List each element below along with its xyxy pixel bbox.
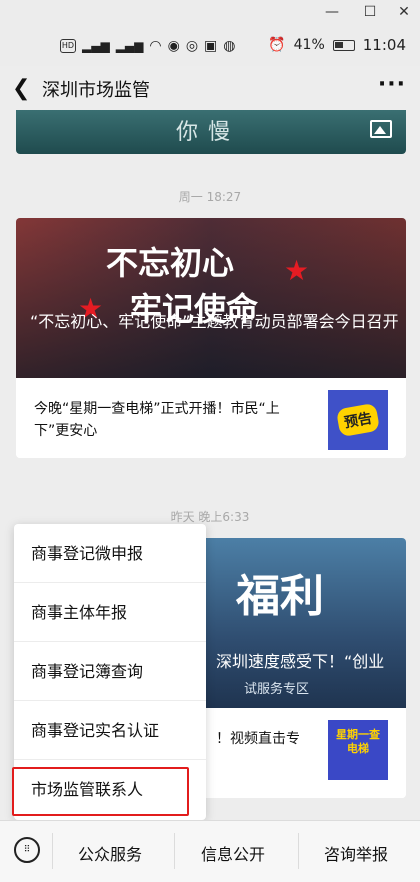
hero-image[interactable]: 不忘初心 牢记使命 ★ ★ “不忘初心、牢记使命”主题教育动员部署会今日召开 [16,218,406,378]
sub-article-title[interactable]: ！视频直击专 [216,728,300,748]
app-icon: ◉ [167,38,180,54]
more-icon[interactable]: ··· [378,72,406,97]
sub-article-thumbnail[interactable]: 星期一查电梯 [328,720,388,780]
close-icon[interactable]: ✕ [394,2,414,22]
tab-info-disclosure[interactable]: 信息公开 [201,841,265,865]
divider [52,833,53,869]
divider [298,833,299,869]
alarm-icon: ⏰ [268,37,286,53]
star-icon: ★ [284,254,310,287]
banner-calligraphy: 你慢 [176,120,241,145]
signal-icon-2: ▂▄▆ [115,39,144,53]
wifi-icon: ◠ [149,38,162,54]
minimize-icon[interactable]: — [322,2,342,22]
hero-tag: 试服务专区 [244,682,310,697]
sub-article-title[interactable]: 今晚“星期一查电梯”正式开播！市民“上下”更安心 [34,398,314,442]
image-icon [370,120,392,138]
menu-item-real-name-auth[interactable]: 商事登记实名认证 [14,701,206,760]
sub-article-thumbnail[interactable]: 预告 [328,390,388,450]
battery-icon [332,39,355,51]
nav-bar: ❮ 深圳市场监管 ··· [0,66,420,110]
tab-public-service[interactable]: 公众服务 [78,841,142,865]
app-icon-4: ◍ [223,38,236,54]
bottom-menu-bar: ⠿ 公众服务 信息公开 咨询举报 [0,820,420,882]
menu-item-annual-report[interactable]: 商事主体年报 [14,583,206,642]
app-icon-2: ◎ [185,38,199,54]
menu-item-wei-shen-bao[interactable]: 商事登记微申报 [14,524,206,583]
window-chrome: — ☐ ✕ [0,0,420,24]
battery-percent: 41% [293,37,325,53]
keyboard-icon[interactable]: ⠿ [14,837,40,863]
divider [174,833,175,869]
hd-icon: HD [60,39,76,53]
sub-article[interactable]: 今晚“星期一查电梯”正式开播！市民“上下”更安心 预告 [16,378,406,458]
highlight-box [12,767,189,816]
app-icon-3: ▣ [204,38,218,54]
signal-icon: ▂▄▆ [82,39,110,53]
clock: 11:04 [362,36,406,54]
tab-consult-report[interactable]: 咨询举报 [324,841,388,865]
article-title[interactable]: “不忘初心、牢记使命”主题教育动员部署会今日召开 [30,310,400,334]
timestamp: 昨天 晚上6:33 [170,510,250,524]
menu-item-registry-query[interactable]: 商事登记簿查询 [14,642,206,701]
page-title: 深圳市场监管 [42,80,150,101]
article-title[interactable]: 深圳速度感受下！“创业 [216,648,384,672]
maximize-icon[interactable]: ☐ [360,2,380,22]
timestamp: 周一 18:27 [178,190,242,204]
previous-article-card[interactable]: 你慢 [16,110,406,154]
status-bar: HD ▂▄▆ ▂▄▆ ◠ ◉ ◎ ▣ ◍ ⏰ 41% 11:04 [0,24,420,66]
back-icon[interactable]: ❮ [12,76,30,101]
hero-calligraphy: 福利 [236,571,324,622]
article-card[interactable]: 不忘初心 牢记使命 ★ ★ “不忘初心、牢记使命”主题教育动员部署会今日召开 今… [16,218,406,458]
